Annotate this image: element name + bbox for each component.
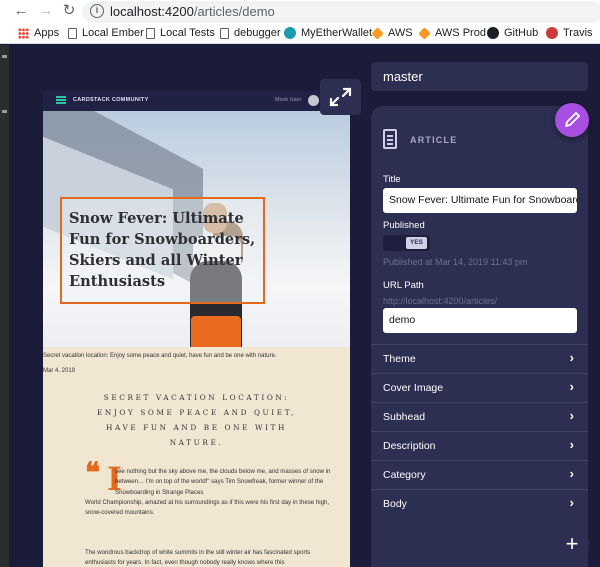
page-icon <box>220 27 229 39</box>
branch-selector[interactable]: master <box>371 62 588 91</box>
address-bar-url[interactable]: localhost:4200/articles/demo <box>110 4 275 19</box>
url-host: localhost:4200 <box>110 4 194 19</box>
preview-header: CARDSTACK COMMUNITY Mock User <box>43 91 350 111</box>
branch-name: master <box>383 69 423 84</box>
forward-arrow-icon[interactable]: → <box>37 2 55 20</box>
edge-marker <box>2 55 7 58</box>
chevron-right-icon: › <box>569 408 574 423</box>
published-label: Published <box>383 220 425 231</box>
bookmark-local-tests[interactable]: Local Tests <box>146 27 215 39</box>
section-label: Theme <box>383 353 416 365</box>
bookmark-aws-prod[interactable]: AWS Prod <box>418 26 486 40</box>
bookmark-label: MyEtherWallet <box>301 27 373 39</box>
section-label: Cover Image <box>383 382 444 394</box>
section-label: Category <box>383 469 426 481</box>
bookmark-label: Apps <box>34 27 60 39</box>
bookmark-label: AWS <box>388 27 413 39</box>
bookmark-label: AWS Prod <box>435 27 486 39</box>
expand-icon <box>329 87 352 107</box>
url-prefix: http://localhost:4200/articles/ <box>383 296 498 306</box>
bookmark-label: Local Ember <box>82 27 144 39</box>
cardstack-logo-icon <box>56 96 66 106</box>
user-name: Mock User <box>275 97 302 103</box>
section-label: Body <box>383 498 407 510</box>
plus-icon: + <box>565 531 579 556</box>
article-subhead: SECRET VACATION LOCATION: ENJOY SOME PEA… <box>96 393 297 447</box>
bookmark-label: Travis <box>563 27 593 39</box>
title-label: Title <box>383 174 401 185</box>
toggle-knob: YES <box>406 237 427 249</box>
travis-icon <box>546 27 558 39</box>
section-category[interactable]: Category › <box>371 460 588 489</box>
back-arrow-icon[interactable]: ← <box>12 2 30 20</box>
chevron-right-icon: › <box>569 466 574 481</box>
avatar[interactable] <box>308 95 319 106</box>
body-text: World Championship, amazed at his surrou… <box>85 498 330 517</box>
section-label: Description <box>383 440 436 452</box>
pencil-icon <box>565 112 580 127</box>
bookmark-label: debugger <box>234 27 281 39</box>
published-timestamp: Published at Mar 14, 2019 11:43 pm <box>383 257 528 267</box>
url-path-field[interactable]: demo <box>383 308 577 333</box>
bookmark-aws[interactable]: AWS <box>371 26 413 40</box>
aws-icon <box>371 26 384 40</box>
url-path-label: URL Path <box>383 280 424 291</box>
article-body-paragraph: The wondrous backdrop of white summits i… <box>85 549 311 567</box>
image-caption: Secret vacation location: Enjoy some pea… <box>43 353 277 359</box>
left-edge-strip <box>0 45 9 567</box>
body-text: see nothing but the sky above me, the cl… <box>115 468 331 496</box>
section-subhead[interactable]: Subhead › <box>371 402 588 431</box>
bookmark-apps[interactable]: Apps <box>18 27 59 39</box>
brand-name: CARDSTACK COMMUNITY <box>73 97 149 103</box>
hero-image: Snow Fever: Ultimate Fun for Snowboarder… <box>43 111 350 347</box>
bookmark-debugger[interactable]: debugger <box>220 27 281 39</box>
browser-toolbar: ← → ↻ i localhost:4200/articles/demo <box>0 0 600 24</box>
bookmark-github[interactable]: GitHub <box>487 27 538 39</box>
chevron-right-icon: › <box>569 437 574 452</box>
github-icon <box>487 27 499 39</box>
card-editor-panel: ARTICLE Title Snow Fever: Ultimate Fun f… <box>371 106 588 567</box>
article-title: Snow Fever: Ultimate Fun for Snowboarder… <box>69 210 256 290</box>
snowboarder-figure <box>191 316 241 347</box>
edge-marker <box>2 110 7 113</box>
ether-wallet-icon <box>284 27 296 39</box>
section-body[interactable]: Body › <box>371 489 588 518</box>
bookmark-travis[interactable]: Travis <box>546 27 593 39</box>
article-body-paragraph: see nothing but the sky above me, the cl… <box>85 467 340 518</box>
expand-button[interactable] <box>320 79 361 115</box>
article-date: Mar 4, 2019 <box>43 368 76 374</box>
document-icon <box>383 129 397 149</box>
add-button[interactable]: + <box>555 527 589 561</box>
section-cover-image[interactable]: Cover Image › <box>371 373 588 402</box>
card-type-label: ARTICLE <box>410 135 458 145</box>
bookmarks-bar: Apps Local Ember Local Tests debugger My… <box>0 24 600 44</box>
page-icon <box>68 27 77 39</box>
chevron-right-icon: › <box>569 350 574 365</box>
url-path: /articles/demo <box>193 4 275 19</box>
site-info-icon[interactable]: i <box>90 4 104 18</box>
bookmark-label: GitHub <box>504 27 539 39</box>
section-theme[interactable]: Theme › <box>371 344 588 373</box>
chevron-right-icon: › <box>569 495 574 510</box>
section-description[interactable]: Description › <box>371 431 588 460</box>
bookmark-myetherwallet[interactable]: MyEtherWallet <box>284 27 372 39</box>
section-label: Subhead <box>383 411 426 423</box>
page-icon <box>146 27 155 39</box>
apps-grid-icon <box>18 27 29 39</box>
aws-icon <box>418 26 431 40</box>
chevron-right-icon: › <box>569 379 574 394</box>
bookmark-local-ember[interactable]: Local Ember <box>68 27 144 39</box>
title-field[interactable]: Snow Fever: Ultimate Fun for Snowboarder… <box>383 188 577 213</box>
bookmark-label: Local Tests <box>160 27 215 39</box>
published-toggle[interactable]: YES <box>383 235 430 251</box>
reload-icon[interactable]: ↻ <box>60 2 78 20</box>
article-preview: CARDSTACK COMMUNITY Mock User Snow Fever… <box>43 91 350 567</box>
edit-button[interactable] <box>555 103 589 137</box>
